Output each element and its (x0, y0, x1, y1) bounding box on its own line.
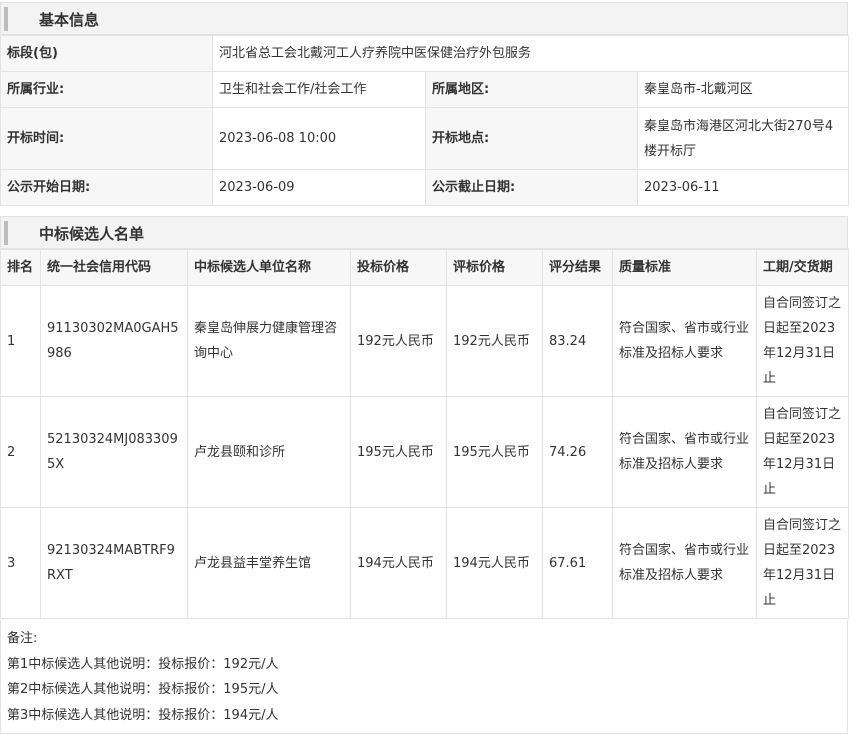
bid-cell: 194元人民币 (350, 507, 447, 619)
rank-cell: 1 (0, 285, 41, 397)
col-score-header: 评分结果 (542, 249, 613, 286)
bid-cell: 195元人民币 (350, 396, 447, 508)
period-cell: 自合同签订之日起至2023年12月31日止 (756, 285, 849, 397)
basic-info-row: 公示开始日期: 2023-06-09 公示截止日期: 2023-06-11 (0, 169, 850, 206)
basic-info-title: 基本信息 (39, 11, 100, 29)
open-place-label: 开标地点: (425, 107, 638, 170)
basic-info-row: 所属行业: 卫生和社会工作/社会工作 所属地区: 秦皇岛市-北戴河区 (0, 71, 850, 108)
pub-start-value: 2023-06-09 (212, 169, 426, 206)
eval-cell: 192元人民币 (446, 285, 543, 397)
bid-cell: 192元人民币 (350, 285, 447, 397)
code-cell: 52130324MJ0833095X (40, 396, 188, 508)
basic-info-row: 标段(包) 河北省总工会北戴河工人疗养院中医保健治疗外包服务 (0, 35, 850, 72)
quality-cell: 符合国家、省市或行业标准及招标人要求 (612, 285, 757, 397)
rank-cell: 2 (0, 396, 41, 508)
period-cell: 自合同签订之日起至2023年12月31日止 (756, 396, 849, 508)
table-header-row: 排名 统一社会信用代码 中标候选人单位名称 投标价格 评标价格 评分结果 质量标… (0, 249, 849, 286)
col-quality-header: 质量标准 (612, 249, 757, 286)
note-line: 第3中标候选人其他说明：投标报价：194元/人 (7, 707, 279, 723)
industry-label: 所属行业: (0, 71, 213, 108)
region-value: 秦皇岛市-北戴河区 (636, 71, 850, 108)
region-label: 所属地区: (425, 71, 638, 108)
candidates-title: 中标候选人名单 (39, 225, 145, 243)
quality-cell: 符合国家、省市或行业标准及招标人要求 (612, 507, 757, 619)
basic-info-header: 基本信息 (0, 2, 848, 35)
candidates-header: 中标候选人名单 (0, 216, 848, 249)
code-cell: 92130324MABTRF9RXT (40, 507, 188, 619)
open-time-label: 开标时间: (0, 107, 213, 170)
table-row: 1 91130302MA0GAH5986 秦皇岛伸展力健康管理咨询中心 192元… (0, 285, 849, 397)
name-cell: 卢龙县颐和诊所 (187, 396, 351, 508)
code-cell: 91130302MA0GAH5986 (40, 285, 188, 397)
notes-label: 备注: (7, 631, 38, 646)
open-place-value: 秦皇岛市海港区河北大街270号4楼开标厅 (636, 107, 850, 170)
name-cell: 卢龙县益丰堂养生馆 (187, 507, 351, 619)
candidates-table: 排名 统一社会信用代码 中标候选人单位名称 投标价格 评标价格 评分结果 质量标… (0, 249, 849, 619)
col-period-header: 工期/交货期 (756, 249, 849, 286)
col-eval-header: 评标价格 (446, 249, 543, 286)
notes-section: 备注: 第1中标候选人其他说明：投标报价：192元/人 第2中标候选人其他说明：… (0, 620, 848, 734)
note-line: 第1中标候选人其他说明：投标报价：192元/人 (7, 656, 279, 672)
col-rank-header: 排名 (0, 249, 41, 286)
col-bid-header: 投标价格 (350, 249, 447, 286)
section-label: 标段(包) (0, 35, 213, 72)
col-name-header: 中标候选人单位名称 (187, 249, 351, 286)
section-marker (4, 221, 8, 245)
table-row: 2 52130324MJ0833095X 卢龙县颐和诊所 195元人民币 195… (0, 396, 849, 508)
score-cell: 67.61 (542, 507, 613, 619)
note-line: 第2中标候选人其他说明：投标报价：195元/人 (7, 682, 279, 697)
basic-info-row: 开标时间: 2023-06-08 10:00 开标地点: 秦皇岛市海港区河北大街… (0, 107, 850, 170)
table-row: 3 92130324MABTRF9RXT 卢龙县益丰堂养生馆 194元人民币 1… (0, 507, 849, 619)
industry-value: 卫生和社会工作/社会工作 (212, 71, 426, 108)
score-cell: 83.24 (542, 285, 613, 397)
rank-cell: 3 (0, 507, 41, 619)
pub-start-label: 公示开始日期: (0, 169, 213, 206)
open-time-value: 2023-06-08 10:00 (212, 107, 426, 170)
quality-cell: 符合国家、省市或行业标准及招标人要求 (612, 396, 757, 508)
eval-cell: 195元人民币 (446, 396, 543, 508)
eval-cell: 194元人民币 (446, 507, 543, 619)
basic-info-table: 标段(包) 河北省总工会北戴河工人疗养院中医保健治疗外包服务 所属行业: 卫生和… (0, 35, 850, 206)
pub-end-label: 公示截止日期: (425, 169, 638, 206)
section-marker (4, 7, 8, 31)
pub-end-value: 2023-06-11 (636, 169, 850, 206)
score-cell: 74.26 (542, 396, 613, 508)
name-cell: 秦皇岛伸展力健康管理咨询中心 (187, 285, 351, 397)
period-cell: 自合同签订之日起至2023年12月31日止 (756, 507, 849, 619)
section-value: 河北省总工会北戴河工人疗养院中医保健治疗外包服务 (211, 35, 850, 72)
col-code-header: 统一社会信用代码 (40, 249, 188, 286)
